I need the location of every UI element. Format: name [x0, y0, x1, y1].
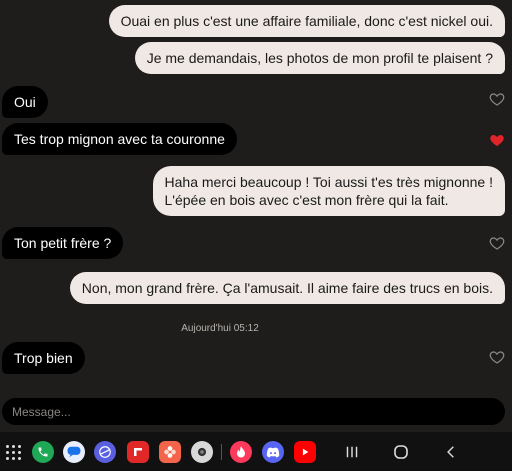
message-incoming[interactable]: Oui [2, 86, 48, 118]
tinder-icon[interactable] [230, 441, 252, 463]
system-navbar [0, 432, 512, 471]
like-heart-icon[interactable] [489, 235, 505, 251]
message-text-line: L'épée en bois avec c'est mon frère qui … [164, 192, 449, 208]
message-text: Non, mon grand frère. Ça l'amusait. Il a… [81, 280, 493, 296]
message-incoming[interactable]: Trop bien [2, 342, 85, 374]
message-outgoing[interactable]: Ouai en plus c'est une affaire familiale… [108, 5, 505, 37]
photos-icon[interactable] [159, 441, 181, 463]
message-input[interactable] [2, 398, 505, 425]
message-text: Tes trop mignon avec ta couronne [14, 131, 225, 147]
message-outgoing[interactable]: Je me demandais, les photos de mon profi… [134, 42, 505, 74]
youtube-icon[interactable] [294, 441, 316, 463]
message-composer [2, 398, 505, 425]
browser-icon[interactable] [94, 441, 116, 463]
like-heart-icon[interactable] [489, 349, 505, 365]
chat-thread: Ouai en plus c'est une affaire familiale… [0, 0, 512, 393]
discord-icon[interactable] [262, 441, 284, 463]
message-timestamp: Aujourd'hui 05:12 [181, 323, 259, 334]
app-drawer-icon[interactable] [5, 444, 21, 460]
message-text: Ouai en plus c'est une affaire familiale… [120, 13, 493, 29]
message-outgoing[interactable]: Haha merci beaucoup ! Toi aussi t'es trè… [152, 166, 505, 216]
like-heart-icon[interactable] [489, 91, 505, 107]
liked-heart-icon[interactable] [489, 132, 505, 148]
camera-icon[interactable] [191, 441, 213, 463]
message-text: Je me demandais, les photos de mon profi… [146, 50, 493, 66]
phone-icon[interactable] [32, 441, 54, 463]
navbar-divider [221, 444, 222, 460]
message-text: Trop bien [14, 350, 73, 366]
messages-icon[interactable] [63, 441, 85, 463]
message-text: Oui [14, 94, 36, 110]
message-text: Ton petit frère ? [14, 235, 112, 251]
message-outgoing[interactable]: Non, mon grand frère. Ça l'amusait. Il a… [69, 272, 505, 304]
back-icon[interactable] [439, 440, 463, 464]
recent-apps-icon[interactable] [340, 440, 364, 464]
message-incoming[interactable]: Tes trop mignon avec ta couronne [2, 123, 237, 155]
flipboard-icon[interactable] [127, 441, 149, 463]
home-icon[interactable] [389, 440, 413, 464]
message-incoming[interactable]: Ton petit frère ? [2, 227, 124, 259]
message-text-line: Haha merci beaucoup ! Toi aussi t'es trè… [164, 174, 493, 190]
